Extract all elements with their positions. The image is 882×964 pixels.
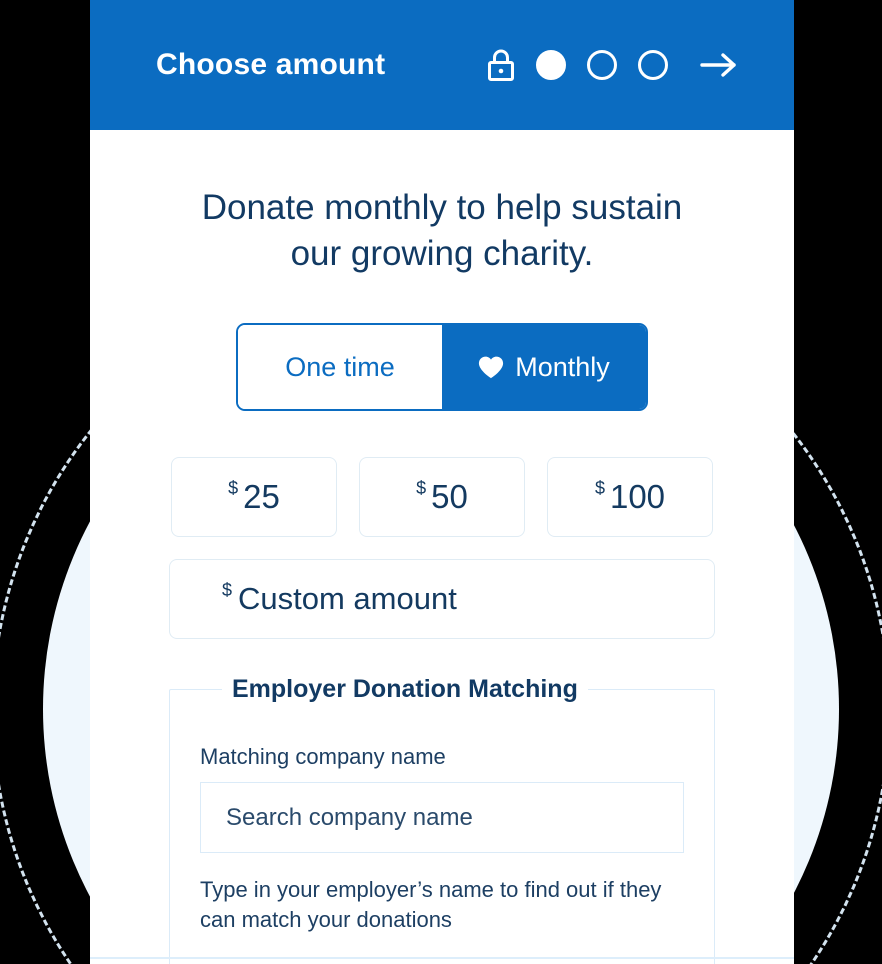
lock-icon (487, 48, 515, 82)
matching-help-text: Type in your employer’s name to find out… (200, 877, 662, 933)
matching-company-label: Matching company name (200, 744, 446, 770)
currency-symbol: $ (222, 580, 233, 601)
amount-button-50-value: 50 (431, 478, 468, 516)
toggle-option-one-time-label: One time (285, 351, 395, 382)
amount-button-25[interactable]: $ 25 (171, 457, 337, 538)
amount-button-25-value: 25 (243, 478, 280, 516)
employer-matching-legend: Employer Donation Matching (232, 675, 578, 704)
step-indicator-2[interactable] (587, 50, 617, 80)
toggle-option-monthly-label: Monthly (515, 351, 610, 382)
employer-matching-row: Employer Donation Matching Matching comp… (90, 675, 794, 964)
arrow-right-icon[interactable] (689, 50, 738, 80)
header-actions (487, 48, 738, 82)
frequency-toggle-row: One time Monthly (90, 323, 794, 412)
headline: Donate monthly to help sustain our growi… (201, 188, 683, 274)
amount-button-100-value: 100 (609, 478, 666, 516)
amount-button-100[interactable]: $ 100 (547, 457, 713, 538)
step-indicator-3[interactable] (638, 50, 668, 80)
donation-card: Choose amount Donate monthly to help sus… (90, 0, 794, 964)
toggle-option-one-time[interactable]: One time (238, 325, 442, 410)
custom-amount-input[interactable]: $ Custom amount (169, 559, 715, 640)
custom-amount-placeholder: Custom amount (238, 581, 457, 617)
company-search-input[interactable]: Search company name (200, 782, 684, 854)
app-header: Choose amount (90, 0, 794, 130)
card-footer-divider (90, 957, 794, 959)
toggle-option-monthly[interactable]: Monthly (442, 325, 646, 410)
frequency-toggle[interactable]: One time Monthly (236, 323, 648, 412)
heart-icon (478, 356, 504, 379)
card-body: Donate monthly to help sustain our growi… (90, 185, 794, 964)
custom-amount-row: $ Custom amount (90, 559, 794, 640)
currency-symbol: $ (416, 478, 427, 499)
amount-button-50[interactable]: $ 50 (359, 457, 525, 538)
currency-symbol: $ (228, 478, 239, 499)
currency-symbol: $ (594, 478, 605, 499)
preset-amount-row: $ 25 $ 50 $ 100 (90, 457, 794, 538)
employer-matching-fieldset: Employer Donation Matching Matching comp… (169, 675, 715, 964)
screenshot-stage: Choose amount Donate monthly to help sus… (0, 0, 882, 964)
company-search-placeholder: Search company name (226, 803, 473, 831)
step-indicator-1[interactable] (536, 50, 566, 80)
page-title: Choose amount (156, 48, 386, 81)
